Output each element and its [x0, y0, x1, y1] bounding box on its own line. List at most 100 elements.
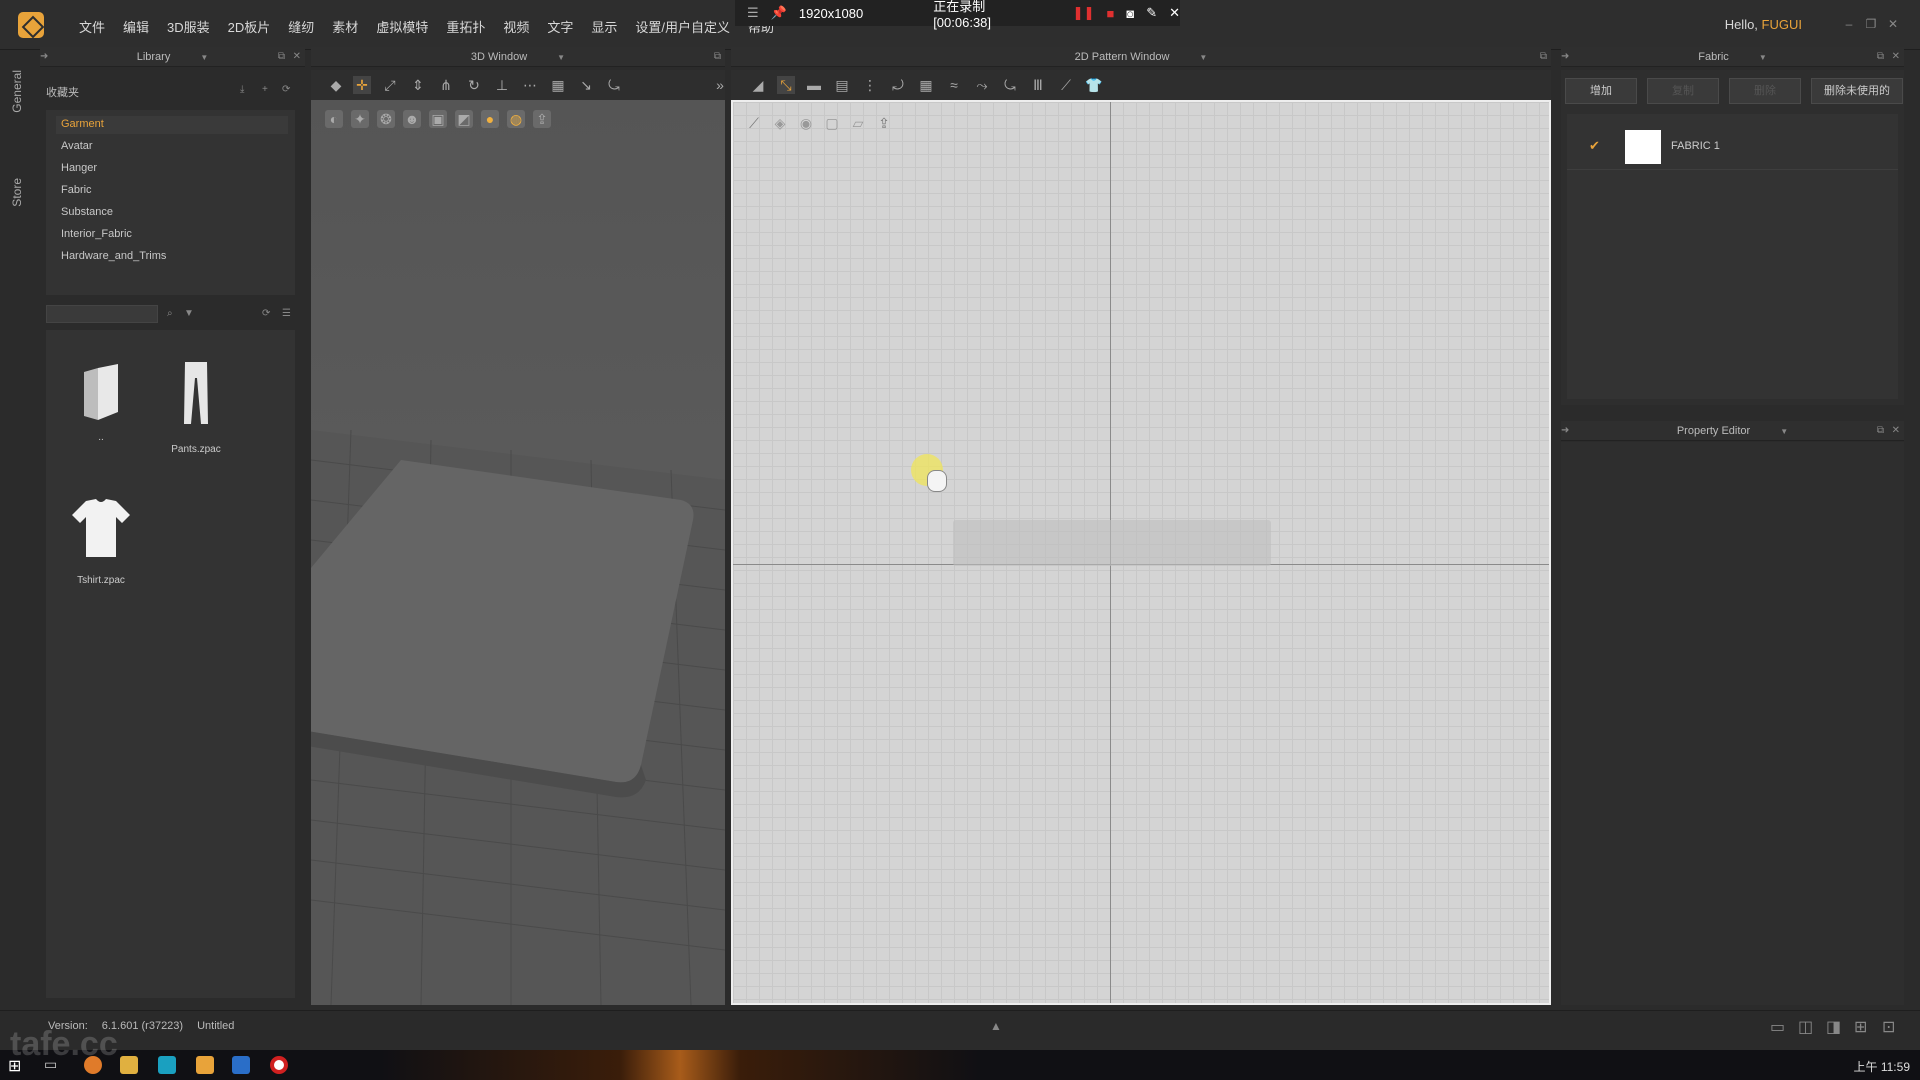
tree-item-interior-fabric[interactable]: Interior_Fabric [61, 228, 132, 240]
float-panel-icon[interactable]: ⧉ [278, 47, 285, 67]
brush-icon[interactable]: ↘ [577, 76, 595, 94]
menu-retopology[interactable]: 重拓扑 [437, 17, 494, 36]
three-layout-icon[interactable]: ◨ [1826, 1017, 1841, 1037]
tree-item-fabric[interactable]: Fabric [61, 184, 92, 196]
segment-sewing-icon[interactable]: ⤿ [1001, 76, 1019, 94]
tab-general[interactable]: General [10, 70, 24, 113]
transform-pattern-icon[interactable]: ◢ [749, 76, 767, 94]
sewing-icon[interactable]: ⤿ [605, 76, 623, 94]
menu-text[interactable]: 文字 [538, 17, 582, 36]
float-panel-icon[interactable]: ⧉ [1877, 421, 1884, 441]
tree-item-garment[interactable]: Garment [61, 118, 104, 130]
tree-item-avatar[interactable]: Avatar [61, 140, 93, 152]
menu-sewing[interactable]: 缝纫 [279, 17, 323, 36]
menu-file[interactable]: 文件 [70, 17, 114, 36]
library-item-pants[interactable]: Pants.zpac [151, 360, 241, 470]
fabric-row[interactable]: ✔ FABRIC 1 [1567, 124, 1898, 170]
close-icon[interactable]: ✕ [1886, 18, 1900, 30]
file-explorer-icon[interactable] [120, 1056, 138, 1074]
username[interactable]: FUGUI [1762, 17, 1802, 32]
restore-icon[interactable]: ❐ [1864, 18, 1878, 30]
pin-tool-icon[interactable]: ⊥ [493, 76, 511, 94]
add-fabric-button[interactable]: 增加 [1565, 78, 1637, 104]
chevron-down-icon[interactable]: ▼ [200, 53, 208, 62]
delete-fabric-button[interactable]: 删除 [1729, 78, 1801, 104]
tree-item-substance[interactable]: Substance [61, 206, 113, 218]
fabric-swatch[interactable] [1625, 130, 1661, 164]
grid-pattern-icon[interactable]: ▦ [917, 76, 935, 94]
polygon-icon[interactable]: ▤ [833, 76, 851, 94]
split-layout-icon[interactable]: ◫ [1798, 1017, 1813, 1037]
single-layout-icon[interactable]: ▭ [1770, 1017, 1785, 1037]
edit-pattern-icon[interactable]: ⤡ [777, 76, 795, 94]
curve-icon[interactable]: ⤾ [889, 76, 907, 94]
delete-unused-button[interactable]: 删除未使用的 [1811, 78, 1903, 104]
knife-icon[interactable]: ⟋ [745, 114, 763, 132]
move-tool-icon[interactable]: ◆ [327, 76, 345, 94]
menu-3d-garment[interactable]: 3D服装 [158, 17, 219, 36]
float-panel-icon[interactable]: ⧉ [1877, 47, 1884, 67]
select-move-icon[interactable]: ✛ [353, 76, 371, 94]
quad-layout-icon[interactable]: ⊞ [1854, 1017, 1867, 1037]
select-mesh-icon[interactable]: ⤢ [381, 76, 399, 94]
fold-pattern-icon[interactable]: ≈ [945, 76, 963, 94]
camera-icon[interactable]: ◙ [1126, 6, 1134, 21]
pleat-icon[interactable]: Ⅲ [1029, 76, 1047, 94]
pin-panel-icon[interactable]: ➜ [1561, 47, 1569, 67]
pin-panel-icon[interactable]: ➜ [1561, 421, 1569, 441]
library-item-tshirt[interactable]: Tshirt.zpac [56, 495, 146, 605]
app-s-icon[interactable] [158, 1056, 176, 1074]
topstitch-icon[interactable]: ⟋ [1057, 76, 1075, 94]
app-logo[interactable] [18, 12, 44, 38]
garment-icon[interactable]: 👕 [1085, 76, 1103, 94]
float-panel-icon[interactable]: ⧉ [714, 47, 721, 67]
close-panel-icon[interactable]: ✕ [1892, 47, 1900, 67]
photos-icon[interactable] [232, 1056, 250, 1074]
refresh-icon[interactable]: ⟳ [262, 308, 270, 319]
tree-item-hardware-trims[interactable]: Hardware_and_Trims [61, 250, 166, 262]
hide-icon[interactable]: ◈ [771, 114, 789, 132]
copy-fabric-button[interactable]: 复制 [1647, 78, 1719, 104]
pin-panel-icon[interactable]: ➜ [40, 47, 48, 67]
check-icon[interactable]: ✔ [1589, 138, 1600, 154]
chevron-down-icon[interactable]: ▼ [1759, 53, 1767, 62]
expand-toolbar-icon[interactable]: » [711, 76, 729, 94]
window-2d-canvas[interactable]: ⟋ ◈ ◉ ▢ ▱ ⇪ [731, 100, 1551, 1005]
seam-icon[interactable]: ⤳ [973, 76, 991, 94]
menu-2d-pattern[interactable]: 2D板片 [219, 17, 280, 36]
menu-edit[interactable]: 编辑 [114, 17, 158, 36]
pin-icon[interactable]: 📌 [771, 5, 787, 21]
sheet-icon[interactable]: ▢ [823, 114, 841, 132]
search-icon[interactable]: ⌕ [167, 308, 173, 319]
rotate-icon[interactable]: ↻ [465, 76, 483, 94]
chevron-down-icon[interactable]: ▼ [1199, 53, 1207, 62]
measure-icon[interactable]: ⋯ [521, 76, 539, 94]
close-panel-icon[interactable]: ✕ [293, 47, 301, 67]
float-panel-icon[interactable]: ⧉ [1540, 47, 1547, 67]
chevron-down-icon[interactable]: ▼ [1780, 427, 1788, 436]
download-icon[interactable]: ⤓ [240, 84, 244, 95]
library-item-parent[interactable]: .. [56, 360, 146, 460]
expand-up-icon[interactable]: ▲ [990, 1019, 1002, 1033]
minimize-icon[interactable]: – [1842, 18, 1856, 30]
grid-icon[interactable]: ▦ [549, 76, 567, 94]
menu-display[interactable]: 显示 [582, 17, 626, 36]
tab-store[interactable]: Store [10, 178, 24, 207]
texture-icon[interactable]: ◉ [797, 114, 815, 132]
window-3d-viewport[interactable]: ◐ ✦ ❂ ☻ ▣ ◩ ● ◍ ⇪ [311, 100, 725, 1005]
tack-icon[interactable]: ⋔ [437, 76, 455, 94]
export-icon[interactable]: ⇪ [875, 114, 893, 132]
list-view-icon[interactable]: ☰ [282, 308, 291, 319]
library-search-input[interactable] [46, 305, 158, 323]
menu-avatar[interactable]: 虚拟模特 [367, 17, 437, 36]
rectangle-icon[interactable]: ▬ [805, 76, 823, 94]
record-app-icon[interactable] [270, 1056, 288, 1074]
add-icon[interactable]: + [262, 84, 268, 95]
menu-settings[interactable]: 设置/用户自定义 [626, 17, 739, 36]
menu-video[interactable]: 视频 [494, 17, 538, 36]
close-panel-icon[interactable]: ✕ [1892, 421, 1900, 441]
tree-item-hanger[interactable]: Hanger [61, 162, 97, 174]
pause-icon[interactable]: ❚❚ [1073, 5, 1095, 21]
fold-icon[interactable]: ⇕ [409, 76, 427, 94]
close-recording-icon[interactable]: ✕ [1169, 5, 1180, 21]
